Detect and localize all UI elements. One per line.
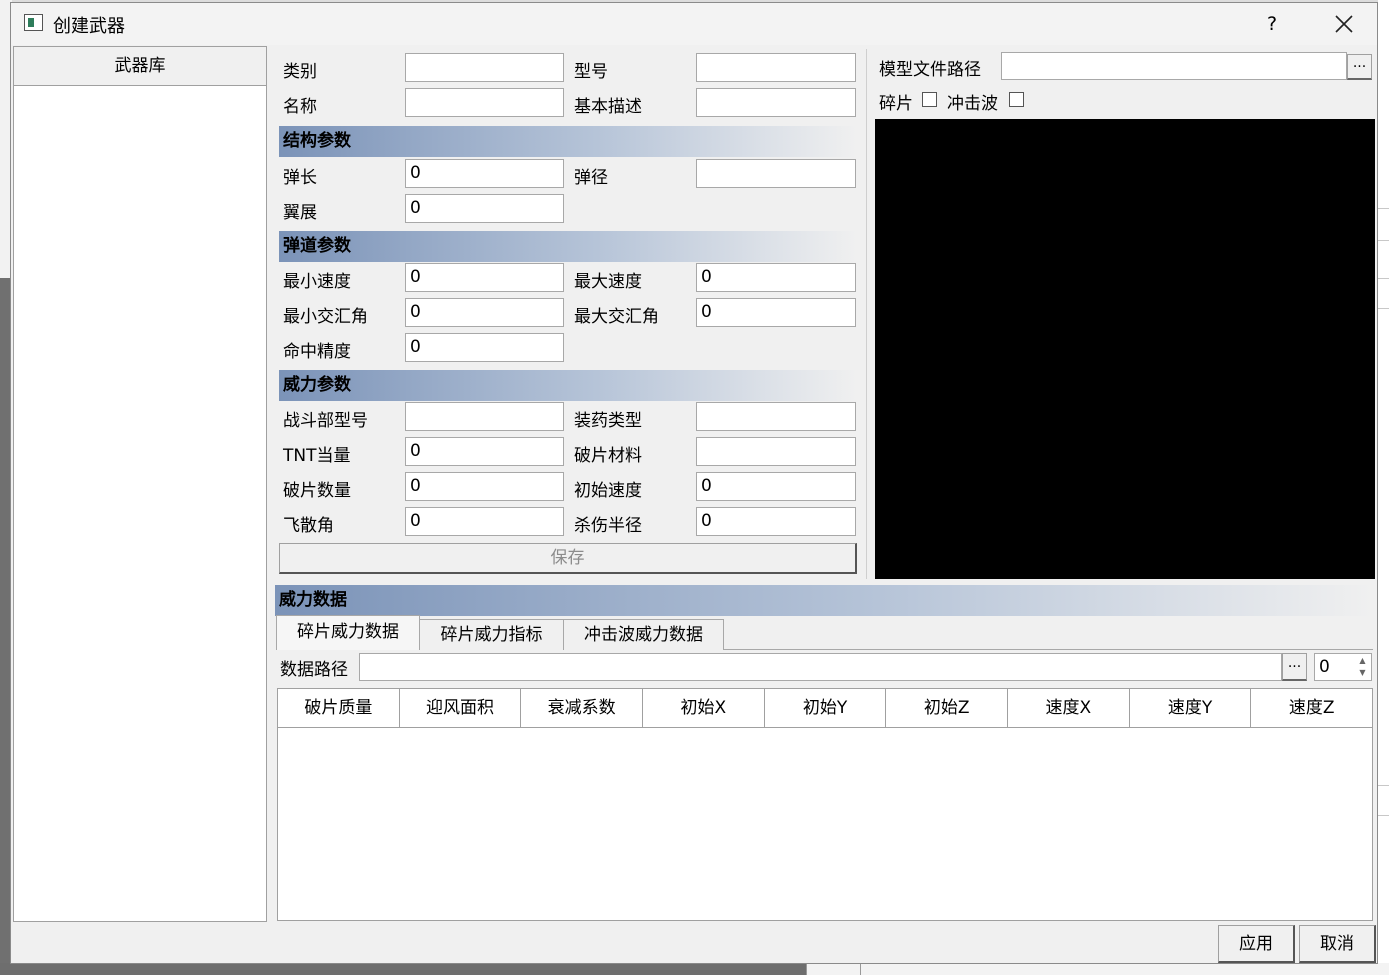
column-header[interactable]: 破片质量 xyxy=(278,689,400,727)
background-app-right xyxy=(1378,0,1389,975)
title-bar: 创建武器 ? xyxy=(11,3,1377,45)
save-button[interactable]: 保存 xyxy=(279,543,857,574)
category-label: 类别 xyxy=(283,62,317,82)
init-speed-label: 初始速度 xyxy=(574,481,642,501)
category-input[interactable] xyxy=(405,53,564,82)
create-weapon-dialog: 创建武器 ? 武器库 类别 型号 名称 基本描述 结构参数 弹长 0 弹径 翼展… xyxy=(10,2,1378,964)
apply-button[interactable]: 应用 xyxy=(1218,925,1295,963)
frag-material-input[interactable] xyxy=(696,437,856,466)
column-header[interactable]: 初始Z xyxy=(886,689,1009,727)
model-preview-viewport[interactable] xyxy=(875,119,1375,579)
max-angle-label: 最大交汇角 xyxy=(574,307,659,327)
structure-section-header: 结构参数 xyxy=(279,126,857,157)
description-label: 基本描述 xyxy=(574,97,642,117)
min-angle-label: 最小交汇角 xyxy=(283,307,368,327)
charge-type-input[interactable] xyxy=(696,402,856,431)
model-label: 型号 xyxy=(574,62,608,82)
close-icon xyxy=(1335,15,1353,33)
wingspan-label: 翼展 xyxy=(283,203,317,223)
fragment-checkbox-label: 碎片 xyxy=(879,94,913,114)
accuracy-input[interactable]: 0 xyxy=(405,333,564,362)
background-taskbar-dark xyxy=(0,963,808,975)
shockwave-checkbox-label: 冲击波 xyxy=(947,94,998,114)
init-speed-input[interactable]: 0 xyxy=(696,472,856,501)
tab-fragment-power-data[interactable]: 碎片威力数据 xyxy=(276,615,420,650)
column-header[interactable]: 衰减系数 xyxy=(521,689,644,727)
kill-radius-input[interactable]: 0 xyxy=(696,507,856,536)
model-input[interactable] xyxy=(696,53,856,82)
data-path-input[interactable] xyxy=(359,653,1282,681)
min-speed-label: 最小速度 xyxy=(283,272,351,292)
shockwave-checkbox[interactable] xyxy=(1009,92,1024,107)
cancel-button[interactable]: 取消 xyxy=(1299,925,1376,963)
spread-angle-input[interactable]: 0 xyxy=(405,507,564,536)
panel-divider xyxy=(866,49,867,579)
weapon-library-header[interactable]: 武器库 xyxy=(14,47,266,86)
frag-material-label: 破片材料 xyxy=(574,446,642,466)
tab-shockwave-power-data[interactable]: 冲击波威力数据 xyxy=(563,619,724,650)
spin-up-arrow-icon[interactable]: ▲ xyxy=(1356,655,1369,667)
kill-radius-label: 杀伤半径 xyxy=(574,516,642,536)
spin-down-arrow-icon[interactable]: ▼ xyxy=(1356,667,1369,679)
fragment-checkbox[interactable] xyxy=(922,92,937,107)
tnt-input[interactable]: 0 xyxy=(405,437,564,466)
app-window-icon xyxy=(24,14,43,31)
min-speed-input[interactable]: 0 xyxy=(405,263,564,292)
frag-count-input[interactable]: 0 xyxy=(405,472,564,501)
wingspan-input[interactable]: 0 xyxy=(405,194,564,223)
column-header[interactable]: 迎风面积 xyxy=(400,689,522,727)
model-file-browse-button[interactable]: ... xyxy=(1347,54,1372,80)
tab-fragment-power-index[interactable]: 碎片威力指标 xyxy=(419,619,564,650)
model-file-label: 模型文件路径 xyxy=(879,60,981,80)
table-header-row: 破片质量 迎风面积 衰减系数 初始X 初始Y 初始Z 速度X 速度Y 速度Z xyxy=(278,689,1372,728)
weapon-library-panel: 武器库 xyxy=(13,46,267,922)
warhead-input[interactable] xyxy=(405,402,564,431)
column-header[interactable]: 速度Y xyxy=(1130,689,1252,727)
length-input[interactable]: 0 xyxy=(405,159,564,188)
column-header[interactable]: 速度X xyxy=(1008,689,1130,727)
power-section-header: 威力参数 xyxy=(279,370,857,401)
column-header[interactable]: 初始X xyxy=(643,689,765,727)
dialog-title: 创建武器 xyxy=(53,16,125,37)
spread-angle-label: 飞散角 xyxy=(283,516,334,536)
max-speed-input[interactable]: 0 xyxy=(696,263,856,292)
name-label: 名称 xyxy=(283,97,317,117)
frag-count-label: 破片数量 xyxy=(283,481,351,501)
spinbox-value: 0 xyxy=(1319,657,1330,677)
charge-type-label: 装药类型 xyxy=(574,411,642,431)
column-header[interactable]: 速度Z xyxy=(1251,689,1372,727)
max-speed-label: 最大速度 xyxy=(574,272,642,292)
data-path-browse-button[interactable]: ... xyxy=(1282,653,1307,681)
data-path-label: 数据路径 xyxy=(280,660,348,680)
accuracy-label: 命中精度 xyxy=(283,342,351,362)
ballistic-section-header: 弹道参数 xyxy=(279,231,857,262)
tnt-label: TNT当量 xyxy=(283,446,351,466)
fragment-data-table[interactable]: 破片质量 迎风面积 衰减系数 初始X 初始Y 初始Z 速度X 速度Y 速度Z xyxy=(277,688,1373,921)
max-angle-input[interactable]: 0 xyxy=(696,298,856,327)
diameter-input[interactable] xyxy=(696,159,856,188)
column-header[interactable]: 初始Y xyxy=(765,689,887,727)
help-button[interactable]: ? xyxy=(1249,7,1295,41)
close-button[interactable] xyxy=(1321,7,1367,41)
model-file-input[interactable] xyxy=(1001,52,1347,80)
min-angle-input[interactable]: 0 xyxy=(405,298,564,327)
diameter-label: 弹径 xyxy=(574,168,608,188)
index-spinbox[interactable]: 0 ▲ ▼ xyxy=(1314,653,1372,681)
warhead-label: 战斗部型号 xyxy=(283,411,368,431)
background-app-bottom xyxy=(806,963,1389,975)
name-input[interactable] xyxy=(405,88,564,117)
power-data-section-header: 威力数据 xyxy=(275,585,1373,616)
length-label: 弹长 xyxy=(283,168,317,188)
description-input[interactable] xyxy=(696,88,856,117)
